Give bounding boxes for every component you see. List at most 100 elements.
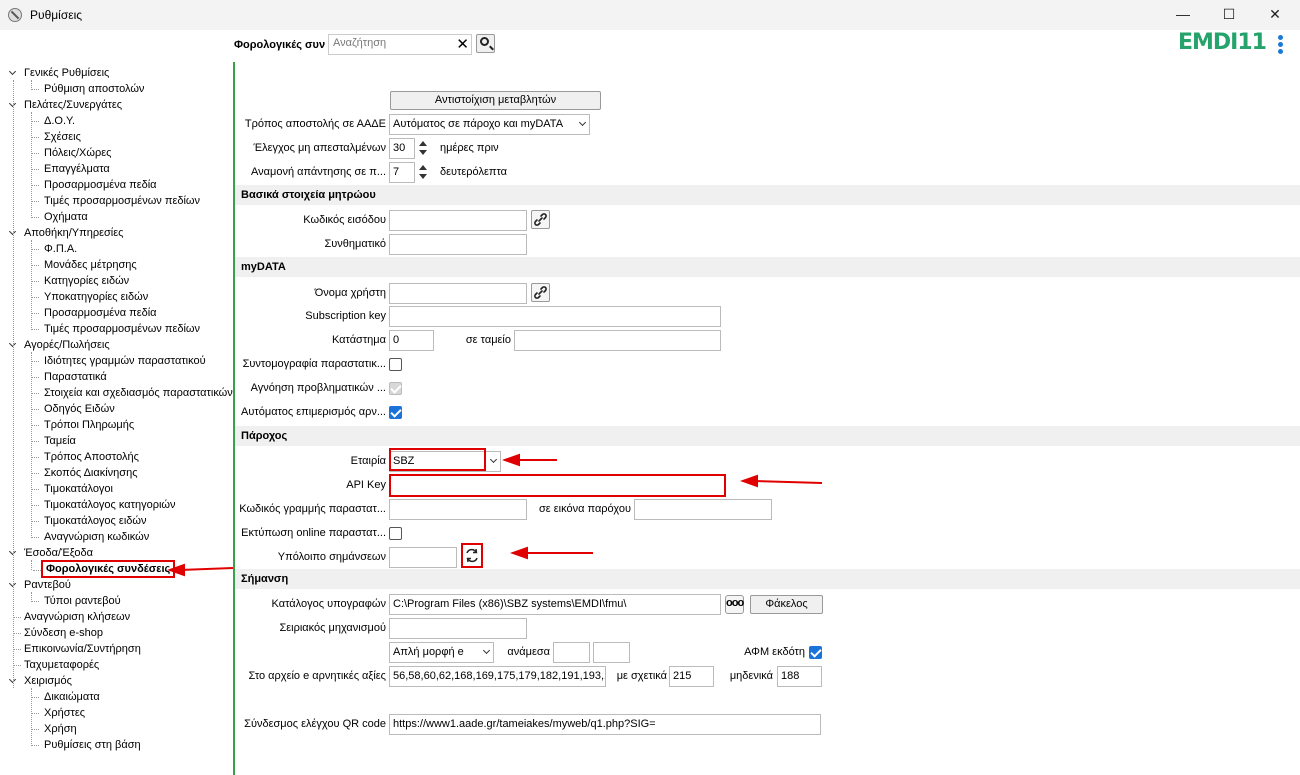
tree-group[interactable]: Έσοδα/Έξοδα (24, 545, 93, 561)
tree-item[interactable]: Τύποι ραντεβού (31, 593, 121, 609)
tree-item[interactable]: Ταμεία (31, 433, 76, 449)
tree-item-label: Τιμοκατάλογος κατηγοριών (44, 499, 176, 511)
tree-item[interactable]: Ρύθμιση αποστολών (31, 81, 144, 97)
tree-group[interactable]: Αποθήκη/Υπηρεσίες (24, 225, 123, 241)
tree-item-label: Αγορές/Πωλήσεις (24, 339, 110, 351)
tree-item[interactable]: Προσαρμοσμένα πεδία (31, 305, 157, 321)
tree-item[interactable]: Σκοπός Διακίνησης (31, 465, 138, 481)
tree-connector (31, 489, 39, 490)
line-code-input[interactable] (389, 499, 527, 520)
tree-item[interactable]: Τιμές προσαρμοσμένων πεδίων (31, 321, 201, 337)
wait-response-stepper[interactable] (416, 162, 430, 183)
qr-link-input[interactable]: https://www1.aade.gr/tameiakes/myweb/q1.… (389, 714, 821, 735)
check-unsent-input[interactable]: 30 (389, 138, 415, 159)
balance-input[interactable] (389, 547, 457, 568)
maximize-button[interactable]: ☐ (1206, 0, 1252, 30)
refresh-button[interactable] (461, 543, 483, 568)
tree-group[interactable]: Αναγνώριση κλήσεων (13, 609, 130, 625)
minimize-button[interactable]: — (1160, 0, 1206, 30)
tree-item[interactable]: Τιμοκατάλογοι (31, 481, 113, 497)
serial-input[interactable] (389, 618, 527, 639)
tree-item-label: Δικαιώματα (44, 691, 100, 703)
tree-item-label: Τρόποι Πληρωμής (44, 419, 135, 431)
password-input[interactable] (389, 234, 527, 255)
tree-item[interactable]: Χρήση (31, 721, 77, 737)
tree-item[interactable]: Χρήστες (31, 705, 86, 721)
map-variables-button[interactable]: Αντιστοίχιση μεταβλητών (390, 91, 601, 110)
tree-item[interactable]: Μονάδες μέτρησης (31, 257, 137, 273)
cashdesk-input[interactable] (514, 330, 721, 351)
tree-item[interactable]: Υποκατηγορίες ειδών (31, 289, 148, 305)
clear-icon[interactable]: ✕ (456, 36, 469, 53)
tree-item[interactable]: Δικαιώματα (31, 689, 100, 705)
store-input[interactable]: 0 (389, 330, 434, 351)
tree-item[interactable]: Ρυθμίσεις στη βάση (31, 737, 141, 753)
search-input[interactable]: Αναζήτηση ✕ (328, 34, 472, 55)
wait-response-input[interactable]: 7 (389, 162, 415, 183)
issuer-afm-checkbox[interactable] (809, 646, 822, 659)
tree-item[interactable]: Σχέσεις (31, 129, 81, 145)
auto-split-checkbox[interactable] (389, 406, 402, 419)
relative-input[interactable]: 215 (669, 666, 714, 687)
tree-item[interactable]: Τρόποι Πληρωμής (31, 417, 135, 433)
tree-connector (31, 425, 39, 426)
tree-item-label: Αναγνώριση κωδικών (44, 531, 150, 543)
login-code-input[interactable] (389, 210, 527, 231)
tree-group[interactable]: Σύνδεση e-shop (13, 625, 103, 641)
link-icon[interactable] (531, 283, 550, 302)
tree-item[interactable]: Δ.Ο.Υ. (31, 113, 75, 129)
print-online-checkbox[interactable] (389, 527, 402, 540)
search-button[interactable] (476, 34, 495, 53)
tree-item[interactable]: Οχήματα (31, 209, 88, 225)
format-select[interactable]: Απλή μορφή e (389, 642, 494, 663)
tree-item[interactable]: Στοιχεία και σχεδιασμός παραστατικών (31, 385, 233, 401)
close-button[interactable]: ✕ (1252, 0, 1298, 30)
tree-item[interactable]: Προσαρμοσμένα πεδία (31, 177, 157, 193)
username-input[interactable] (389, 283, 527, 304)
between-to-input[interactable] (593, 642, 630, 663)
send-mode-label: Τρόπος αποστολής σε ΑΑΔΕ (244, 118, 386, 130)
tree-group[interactable]: Ραντεβού (24, 577, 71, 593)
tree-group[interactable]: Χειρισμός (24, 673, 72, 689)
tree-item[interactable]: Κατηγορίες ειδών (31, 273, 129, 289)
tree-item[interactable]: Τιμοκατάλογος κατηγοριών (31, 497, 176, 513)
tree-group[interactable]: Πελάτες/Συνεργάτες (24, 97, 122, 113)
tree-connector (31, 121, 39, 122)
tree-group[interactable]: Αγορές/Πωλήσεις (24, 337, 110, 353)
tree-group[interactable]: Γενικές Ρυθμίσεις (24, 65, 109, 81)
tree-connector (31, 688, 32, 746)
tree-item[interactable]: Παραστατικά (31, 369, 107, 385)
tree-item[interactable]: Ιδιότητες γραμμών παραστατικού (31, 353, 206, 369)
between-from-input[interactable] (553, 642, 590, 663)
chevron-down-icon[interactable] (9, 65, 17, 81)
tree-item[interactable]: Τιμές προσαρμοσμένων πεδίων (31, 193, 200, 209)
tree-item-label: Τιμές προσαρμοσμένων πεδίων (44, 323, 201, 335)
tree-connector (31, 329, 39, 330)
tree-item[interactable]: Τιμοκατάλογος ειδών (31, 513, 146, 529)
tree-item[interactable]: Τρόπος Αποστολής (31, 449, 139, 465)
tree-item[interactable]: Πόλεις/Χώρες (31, 145, 111, 161)
zeros-input[interactable]: 188 (777, 666, 822, 687)
provider-image-input[interactable] (634, 499, 772, 520)
send-mode-select[interactable]: Αυτόματος σε πάροχο και myDATA (389, 114, 590, 135)
tree-group[interactable]: Ταχυμεταφορές (13, 657, 99, 673)
tree-group[interactable]: Επικοινωνία/Συντήρηση (13, 641, 141, 657)
signature-dir-input[interactable]: C:\Program Files (x86)\SBZ systems\EMDI\… (389, 594, 721, 615)
subscription-key-input[interactable] (389, 306, 721, 327)
link-icon[interactable] (531, 210, 550, 229)
tree-item-label: Χρήστες (44, 707, 86, 719)
tree-item[interactable]: Επαγγέλματα (31, 161, 110, 177)
tree-item-selected[interactable]: Φορολογικές συνδέσεις (33, 560, 176, 578)
abbreviation-checkbox[interactable] (389, 358, 402, 371)
ignore-problematic-checkbox[interactable] (389, 382, 402, 395)
browse-dots-button[interactable]: ooo (725, 595, 744, 614)
tree-item[interactable]: Οδηγός Ειδών (31, 401, 115, 417)
tree-item[interactable]: Φ.Π.Α. (31, 241, 77, 257)
negative-values-input[interactable]: 56,58,60,62,168,169,175,179,182,191,193,… (389, 666, 606, 687)
tree-item[interactable]: Αναγνώριση κωδικών (31, 529, 150, 545)
check-unsent-stepper[interactable] (416, 138, 430, 159)
marking-section-header: Σήμανση (235, 569, 1300, 589)
print-online-label: Εκτύπωση online παραστατ... (241, 527, 386, 539)
more-options-icon[interactable] (1275, 35, 1285, 57)
folder-button[interactable]: Φάκελος (750, 595, 823, 614)
